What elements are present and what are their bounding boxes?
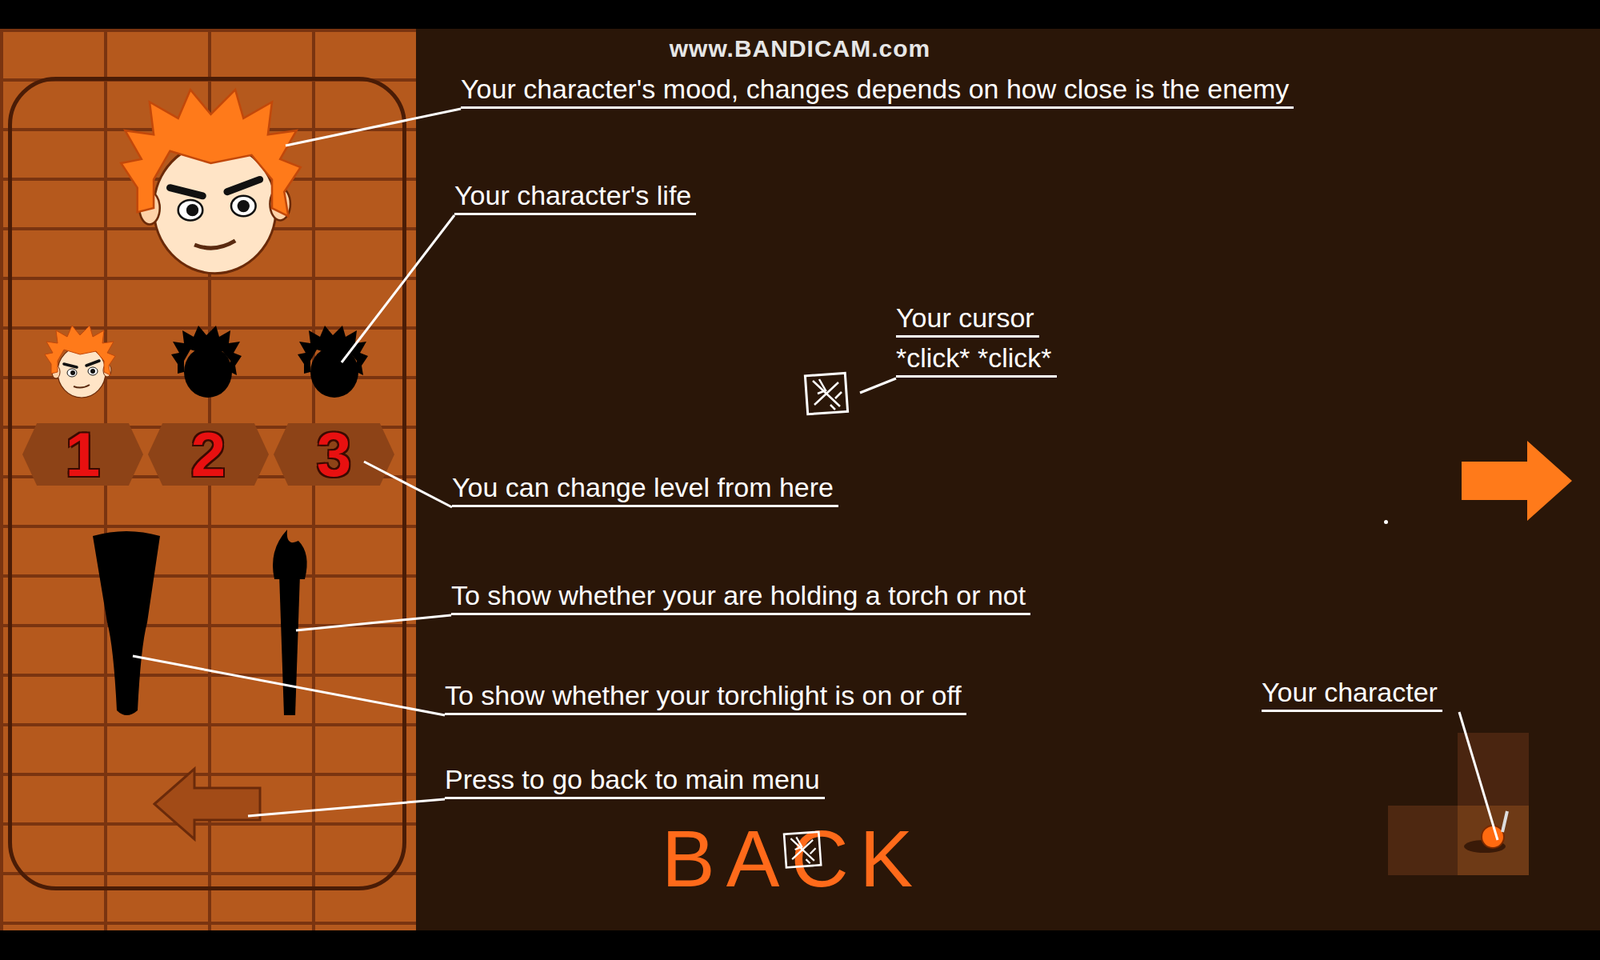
mood-face-icon: [108, 81, 313, 286]
level-buttons: 123: [0, 423, 416, 486]
annotation-line: Your character's life: [454, 179, 696, 216]
annotation-text: To show whether your torchlight is on or…: [444, 679, 967, 716]
lost-life-icon: [292, 322, 373, 403]
annotation-line: Your character: [1261, 676, 1443, 712]
annotation: Your character's mood, changes depends o…: [460, 72, 1294, 113]
mood-row: [0, 28, 416, 286]
level-button[interactable]: 1: [22, 423, 144, 486]
life-face-icon: [40, 322, 120, 403]
annotation: Your character: [1261, 676, 1443, 716]
annotation-text: Your cursor: [896, 301, 1040, 338]
player-character-icon: [1457, 808, 1514, 856]
back-arrow-icon[interactable]: [152, 765, 264, 843]
annotation-text: Your character's mood, changes depends o…: [460, 72, 1294, 109]
level-button[interactable]: 3: [273, 423, 395, 486]
lost-life-icon: [166, 322, 247, 403]
leader-line: [860, 378, 896, 393]
light-dot: [1384, 520, 1388, 524]
leader-line: [248, 799, 445, 816]
annotation-text: *click* *click*: [896, 341, 1057, 378]
annotation: To show whether your torchlight is on or…: [444, 679, 967, 720]
annotation-text: Press to go back to main menu: [444, 763, 825, 800]
annotation-text: Your character: [1261, 676, 1443, 712]
game-screen: 123 Your character's mood, changes depend…: [0, 0, 1600, 960]
floor-tile: [1457, 732, 1529, 806]
torch-row: [0, 526, 416, 720]
lives-row: [0, 322, 416, 403]
annotation: To show whether your are holding a torch…: [451, 579, 1031, 620]
leader-line: [132, 656, 445, 716]
annotation: Your character's life: [454, 179, 696, 220]
annotation: Your cursor*click* *click*: [896, 301, 1057, 382]
bottom-bar: [0, 930, 1600, 960]
annotation-line: Your character's mood, changes depends o…: [460, 72, 1294, 109]
level-button[interactable]: 2: [148, 423, 269, 486]
annotation-line: Your cursor: [896, 301, 1057, 338]
cursor-icon: [803, 369, 852, 418]
panel-content: 123: [0, 28, 416, 843]
back-arrow-row: [0, 765, 416, 843]
annotation: You can change level from here: [452, 471, 839, 512]
leader-line: [285, 108, 461, 146]
annotation-line: To show whether your are holding a torch…: [451, 579, 1031, 616]
annotation: Press to go back to main menu: [444, 763, 825, 804]
hud-panel: 123: [0, 28, 416, 931]
annotation-line: *click* *click*: [896, 341, 1057, 378]
leader-line: [341, 215, 455, 363]
annotation-text: Your character's life: [454, 179, 696, 216]
leader-line: [364, 461, 452, 508]
flashlight-icon: [89, 526, 164, 720]
annotation-line: You can change level from here: [452, 471, 839, 508]
annotation-line: To show whether your torchlight is on or…: [444, 679, 967, 716]
leader-line: [1459, 712, 1498, 840]
annotation-text: To show whether your are holding a torch…: [451, 579, 1031, 616]
cursor-icon: [782, 828, 824, 871]
next-arrow-icon[interactable]: [1461, 440, 1574, 521]
leader-line: [296, 615, 452, 631]
torch-icon: [263, 526, 316, 720]
annotation-text: You can change level from here: [452, 471, 839, 508]
annotation-line: Press to go back to main menu: [444, 763, 825, 800]
top-bar: [0, 0, 1600, 29]
watermark: www.BANDICAM.com: [0, 35, 1600, 63]
